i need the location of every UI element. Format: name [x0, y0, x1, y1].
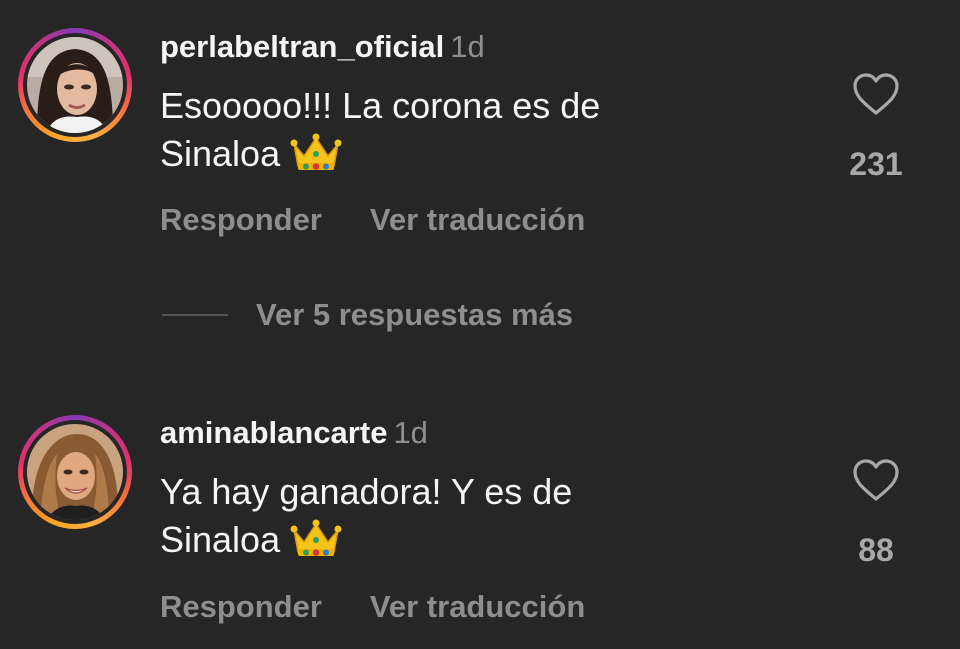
story-ring[interactable]: [18, 28, 132, 142]
comment-text-line: Sinaloa: [160, 133, 281, 174]
like-section: 231: [846, 72, 906, 183]
comment-text: Esooooo!!! La corona es de Sinaloa: [160, 82, 800, 178]
heart-icon[interactable]: [852, 72, 900, 116]
comment-text-line: Ya hay ganadora! Y es de: [160, 471, 573, 512]
heart-icon[interactable]: [852, 458, 900, 502]
username[interactable]: perlabeltran_oficial: [160, 29, 444, 64]
avatar-photo-icon: [27, 37, 123, 133]
comment-actions: Responder Ver traducción: [160, 589, 633, 625]
timestamp: 1d: [393, 415, 428, 450]
comment-text: Ya hay ganadora! Y es de Sinaloa: [160, 468, 800, 564]
avatar[interactable]: [27, 424, 123, 520]
comment-text-line: Esooooo!!! La corona es de: [160, 85, 601, 126]
translate-button[interactable]: Ver traducción: [370, 202, 585, 237]
translate-button[interactable]: Ver traducción: [370, 589, 585, 624]
like-count: 88: [858, 532, 894, 568]
crown-emoji-icon: [290, 133, 342, 170]
replies-divider: [162, 314, 228, 316]
reply-button[interactable]: Responder: [160, 589, 322, 624]
story-ring[interactable]: [18, 415, 132, 529]
comment-actions: Responder Ver traducción: [160, 202, 633, 238]
view-replies-label[interactable]: Ver 5 respuestas más: [256, 295, 573, 335]
like-section: 88: [846, 458, 906, 569]
comment-text-line: Sinaloa: [160, 519, 281, 560]
comment-header: perlabeltran_oficial 1d: [160, 28, 485, 66]
reply-button[interactable]: Responder: [160, 202, 322, 237]
timestamp: 1d: [450, 29, 485, 64]
username[interactable]: aminablancarte: [160, 415, 387, 450]
crown-emoji-icon: [290, 519, 342, 556]
comment-header: aminablancarte 1d: [160, 414, 428, 452]
avatar-photo-icon: [27, 424, 123, 520]
like-count: 231: [849, 146, 903, 182]
avatar[interactable]: [27, 37, 123, 133]
